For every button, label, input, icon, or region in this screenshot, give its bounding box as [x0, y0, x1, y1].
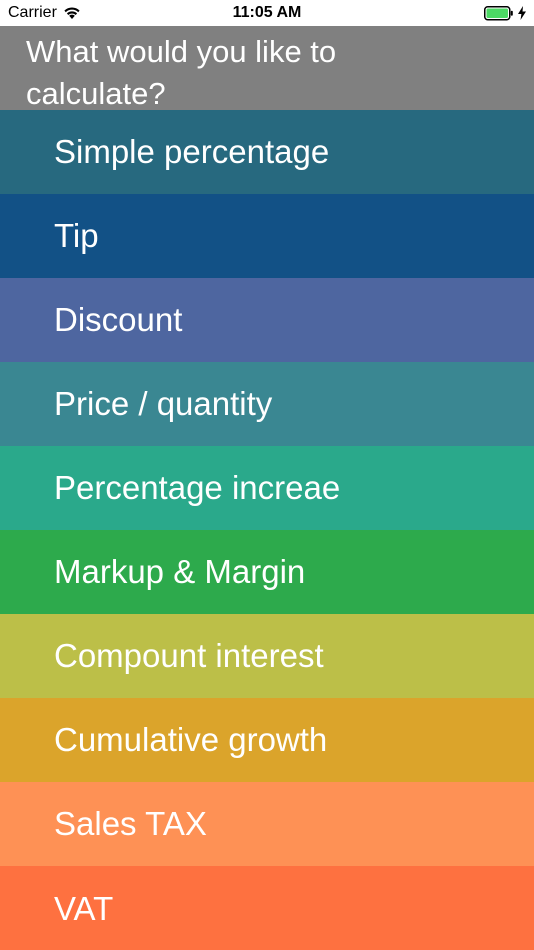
menu-item-compound-interest[interactable]: Compount interest: [0, 614, 534, 698]
menu-item-label: Percentage increae: [54, 469, 341, 506]
status-time: 11:05 AM: [232, 4, 302, 21]
menu-item-label: Price / quantity: [54, 385, 273, 422]
menu-item-label: Simple percentage: [54, 133, 330, 170]
menu-item-label: VAT: [54, 890, 114, 927]
menu-item-label: Sales TAX: [54, 805, 207, 842]
header: What would you like to calculate?: [0, 26, 534, 111]
battery-icon: [484, 5, 514, 21]
menu-item-vat[interactable]: VAT: [0, 866, 534, 950]
menu-item-price-quantity[interactable]: Price / quantity: [0, 362, 534, 446]
menu-item-percentage-increase[interactable]: Percentage increae: [0, 446, 534, 530]
menu-item-label: Compount interest: [54, 637, 324, 674]
page-title: What would you like to calculate?: [26, 34, 337, 111]
menu-item-sales-tax[interactable]: Sales TAX: [0, 782, 534, 866]
menu-item-label: Discount: [54, 301, 183, 338]
bolt-icon: [518, 6, 526, 20]
menu-item-label: Tip: [54, 217, 99, 254]
menu-item-simple-percentage[interactable]: Simple percentage: [0, 110, 534, 194]
menu-item-tip[interactable]: Tip: [0, 194, 534, 278]
menu-item-label: Cumulative growth: [54, 721, 328, 758]
menu-item-cumulative-growth[interactable]: Cumulative growth: [0, 698, 534, 782]
status-right: [484, 4, 526, 22]
calculator-menu: Simple percentage Tip Discount Price / q…: [0, 110, 534, 950]
menu-item-label: Markup & Margin: [54, 553, 306, 590]
menu-item-discount[interactable]: Discount: [0, 278, 534, 362]
app-screen: Carrier 11:05 AM What would you like to …: [0, 0, 534, 950]
menu-item-markup-margin[interactable]: Markup & Margin: [0, 530, 534, 614]
status-bar: Carrier 11:05 AM: [0, 0, 534, 26]
